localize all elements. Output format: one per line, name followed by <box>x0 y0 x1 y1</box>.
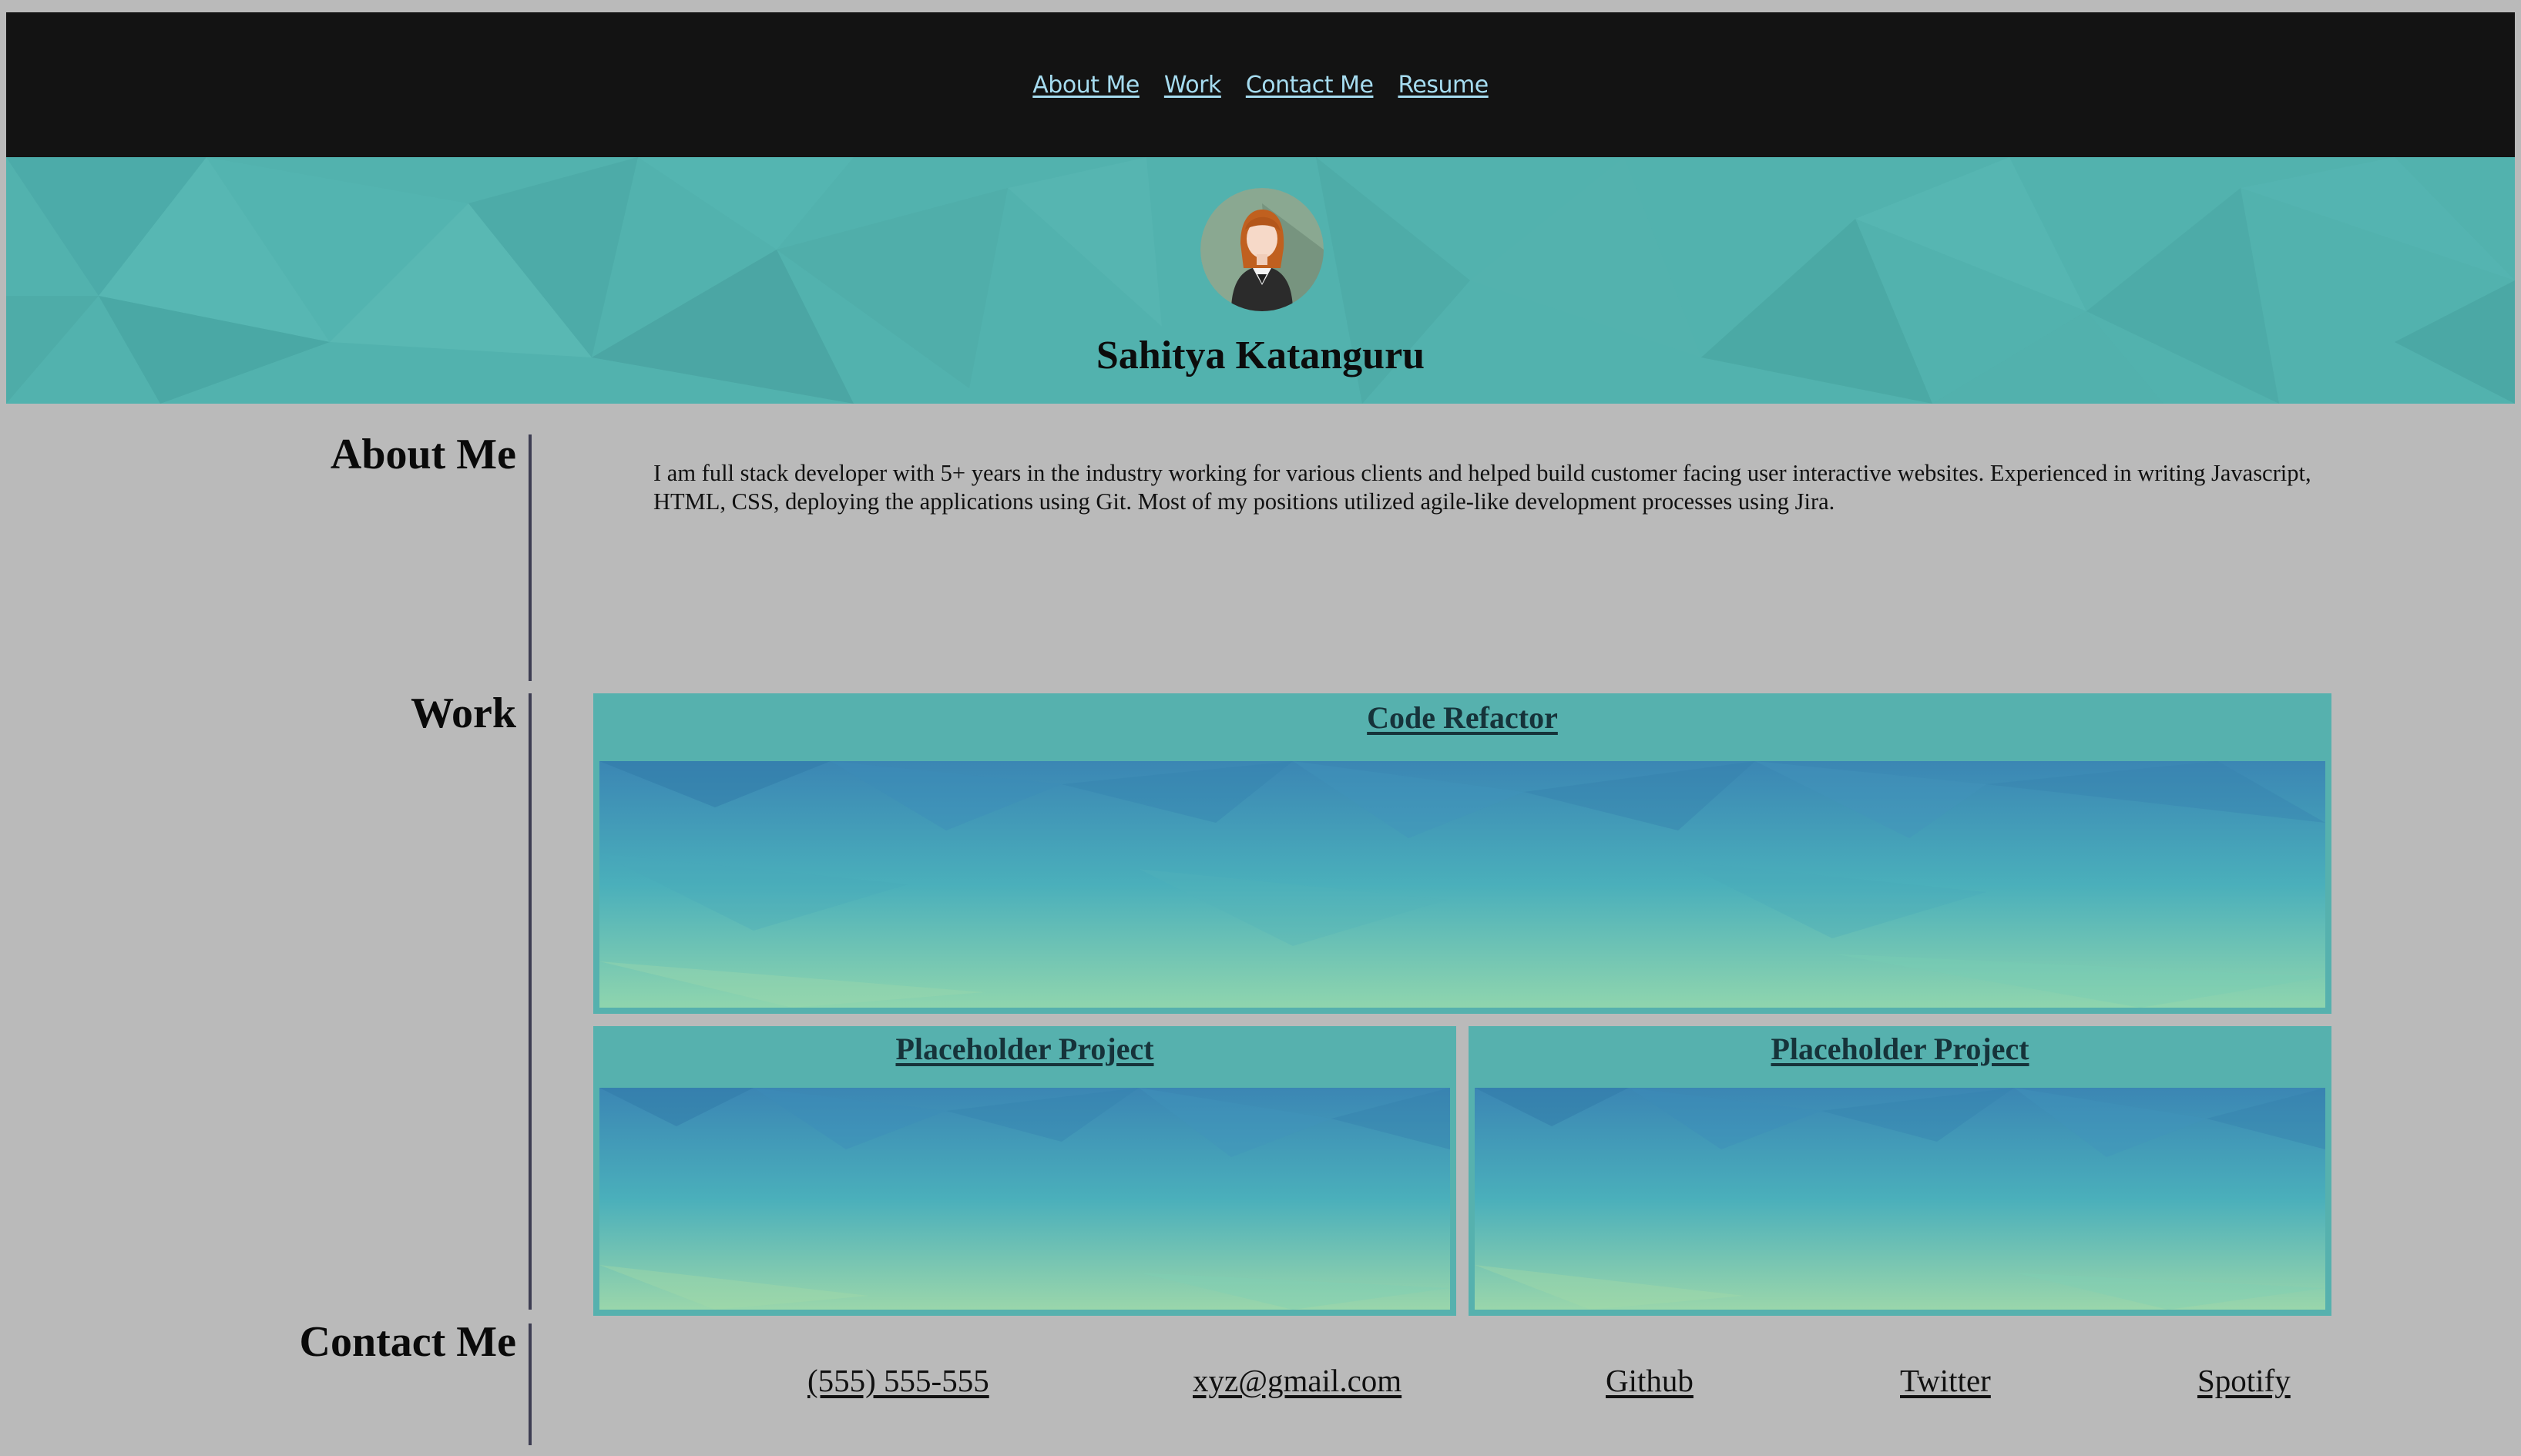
contact-spotify-link[interactable]: Spotify <box>2197 1362 2291 1399</box>
hero-name: Sahitya Katanguru <box>1096 334 1425 377</box>
about-divider <box>529 434 532 681</box>
project-title-link[interactable]: Placeholder Project <box>593 1031 1456 1067</box>
contact-phone-link[interactable]: (555) 555-555 <box>807 1362 989 1399</box>
project-thumbnail-image <box>1475 1088 2325 1310</box>
project-thumbnail-image <box>599 761 2325 1008</box>
portfolio-page: About Me Work Contact Me Resume Sahitya … <box>0 0 2521 1456</box>
contact-github-link[interactable]: Github <box>1606 1362 1694 1399</box>
contact-email-link[interactable]: xyz@gmail.com <box>1193 1362 1401 1399</box>
project-card-code-refactor[interactable]: Code Refactor <box>593 693 2331 1014</box>
nav-about-me-link[interactable]: About Me <box>1032 72 1140 99</box>
project-thumbnail[interactable] <box>1475 1088 2325 1310</box>
project-title-link[interactable]: Placeholder Project <box>1469 1031 2331 1067</box>
project-thumbnail[interactable] <box>599 1088 1450 1310</box>
project-card-placeholder-2[interactable]: Placeholder Project <box>1469 1026 2331 1316</box>
project-card-placeholder-1[interactable]: Placeholder Project <box>593 1026 1456 1316</box>
contact-twitter-link[interactable]: Twitter <box>1900 1362 1991 1399</box>
project-thumbnail[interactable] <box>599 761 2325 1008</box>
person-avatar-icon <box>1200 188 1324 311</box>
nav-contact-me-link[interactable]: Contact Me <box>1246 72 1374 99</box>
avatar <box>1200 188 1324 311</box>
contact-divider <box>529 1323 532 1445</box>
about-section-title: About Me <box>330 431 516 478</box>
hero-banner: Sahitya Katanguru <box>6 157 2515 404</box>
nav-work-link[interactable]: Work <box>1164 72 1221 99</box>
top-nav: About Me Work Contact Me Resume <box>6 12 2515 157</box>
nav-resume-link[interactable]: Resume <box>1398 72 1489 99</box>
project-thumbnail-image <box>599 1088 1450 1310</box>
project-title-link[interactable]: Code Refactor <box>593 699 2331 736</box>
about-text: I am full stack developer with 5+ years … <box>653 460 2311 515</box>
contact-section-title: Contact Me <box>299 1318 516 1366</box>
work-section-title: Work <box>411 689 516 737</box>
work-divider <box>529 693 532 1310</box>
